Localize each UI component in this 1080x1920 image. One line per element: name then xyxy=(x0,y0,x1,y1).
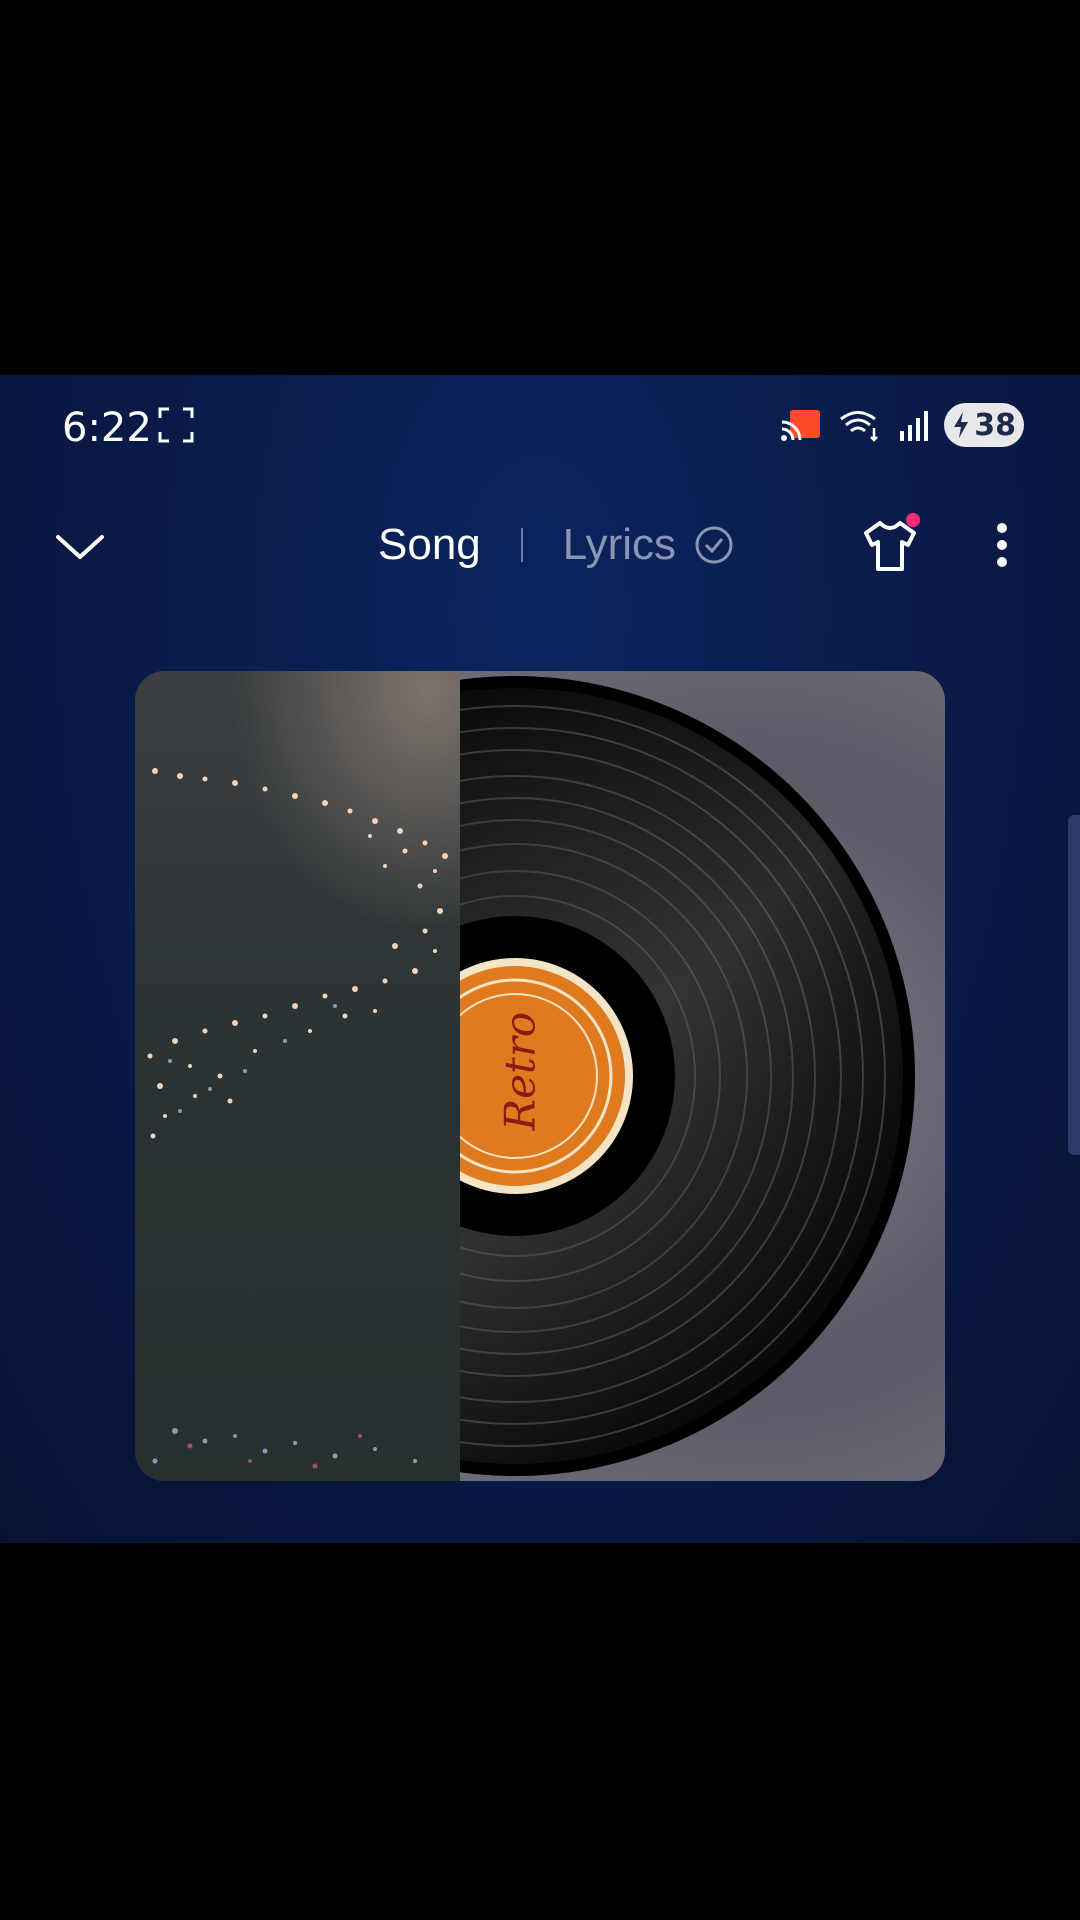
player-screen: 6:22 38 Song Lyrics Retro xyxy=(0,375,1080,1543)
battery-level: 38 xyxy=(974,407,1016,443)
tab-separator xyxy=(520,528,523,562)
fullscreen-icon xyxy=(158,407,194,443)
tab-song[interactable]: Song xyxy=(378,520,481,570)
theme-button[interactable] xyxy=(858,513,922,577)
sparkles-decoration xyxy=(135,671,460,1469)
player-tabs: Song Lyrics xyxy=(378,515,734,575)
more-options-button[interactable] xyxy=(980,515,1024,575)
album-artwork: Retro xyxy=(135,671,945,1481)
cast-icon xyxy=(781,410,821,441)
notification-dot xyxy=(906,513,920,527)
check-circle-icon xyxy=(695,526,733,564)
album-art-photo xyxy=(135,671,460,1481)
signal-icon xyxy=(900,411,929,441)
status-time: 6:22 xyxy=(62,405,152,451)
collapse-button[interactable] xyxy=(50,515,110,575)
album-label-text: Retro xyxy=(495,1011,545,1131)
status-icons: 38 xyxy=(780,403,1024,447)
battery-charging-icon xyxy=(954,412,969,438)
tab-lyrics[interactable]: Lyrics xyxy=(563,520,676,570)
chevron-down-icon xyxy=(56,535,104,559)
player-top-nav: Song Lyrics xyxy=(0,495,1080,595)
wifi-icon xyxy=(840,411,879,442)
battery-indicator: 38 xyxy=(944,403,1024,447)
more-vertical-icon xyxy=(997,523,1007,533)
scroll-indicator[interactable] xyxy=(1068,815,1080,1155)
